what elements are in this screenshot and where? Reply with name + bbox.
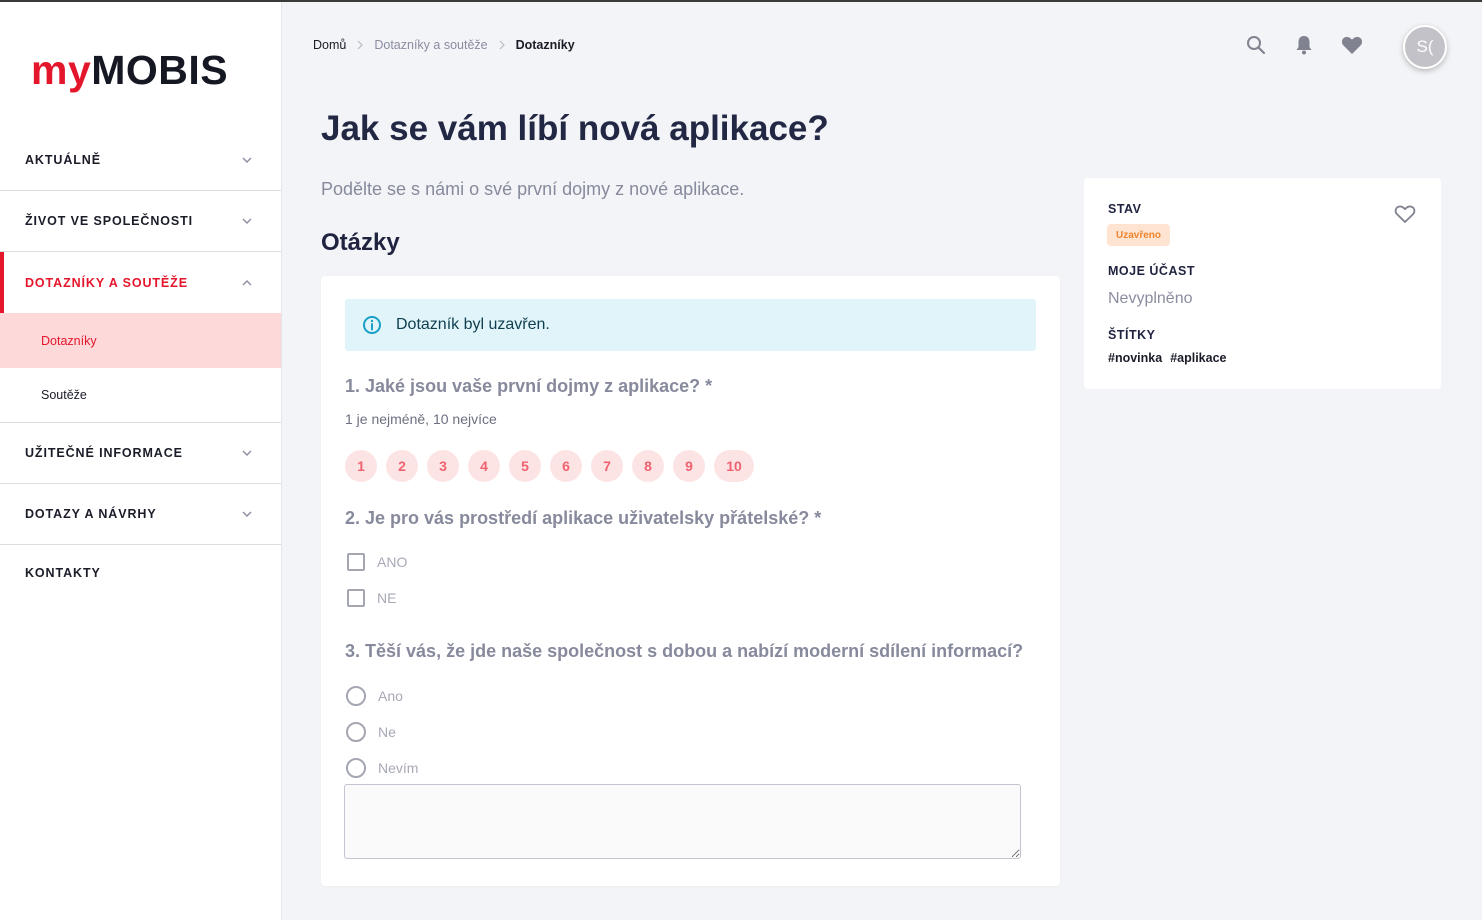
status-label: STAV (1108, 202, 1142, 216)
sidebar-subitem-souteze[interactable]: Soutěže (0, 368, 281, 423)
radio-button[interactable] (346, 722, 366, 742)
rating-option-10[interactable]: 10 (714, 450, 754, 482)
sidebar-item-aktualne[interactable]: AKTUÁLNĚ (0, 130, 281, 191)
chevron-right-icon (357, 40, 364, 50)
chevron-down-icon (242, 157, 252, 163)
rating-scale: 1 2 3 4 5 6 7 8 9 10 (345, 450, 763, 482)
info-alert: Dotazník byl uzavřen. (345, 299, 1036, 351)
answer-textarea[interactable] (344, 784, 1021, 859)
favorite-heart-icon[interactable] (1394, 203, 1416, 225)
heart-icon[interactable] (1340, 33, 1364, 57)
survey-info-panel: STAV Uzavřeno MOJE ÚČAST Nevyplněno ŠTÍT… (1084, 178, 1441, 389)
participation-value: Nevyplněno (1108, 290, 1193, 307)
radio-label: Ne (378, 724, 396, 740)
sidebar-item-uzitecne-informace[interactable]: UŽITEČNÉ INFORMACE (0, 423, 281, 484)
breadcrumb-dotazniky-a-souteze[interactable]: Dotazníky a soutěže (374, 38, 487, 52)
rating-option-3[interactable]: 3 (427, 450, 459, 482)
sidebar-nav: AKTUÁLNĚ ŽIVOT VE SPOLEČNOSTI DOTAZNÍKY … (0, 130, 281, 601)
sidebar-item-label: KONTAKTY (25, 566, 101, 580)
chevron-down-icon (242, 218, 252, 224)
sidebar-item-kontakty[interactable]: KONTAKTY (0, 545, 281, 601)
rating-option-1[interactable]: 1 (345, 450, 377, 482)
chevron-up-icon (242, 279, 252, 285)
question-3-title: 3. Těší vás, že jde naše společnost s do… (345, 641, 1024, 661)
rating-option-7[interactable]: 7 (591, 450, 623, 482)
rating-option-2[interactable]: 2 (386, 450, 418, 482)
chevron-right-icon (499, 40, 505, 50)
radio-label: Nevím (378, 760, 419, 776)
sidebar-item-zivot-ve-spolecnosti[interactable]: ŽIVOT VE SPOLEČNOSTI (0, 191, 281, 252)
header-actions (1244, 33, 1388, 57)
sidebar: myMOBIS AKTUÁLNĚ ŽIVOT VE SPOLEČNOSTI DO… (0, 2, 282, 920)
radio-option-nevim[interactable]: Nevím (346, 758, 418, 778)
sidebar-item-dotazniky-a-souteze[interactable]: DOTAZNÍKY A SOUTĚŽE (0, 252, 281, 313)
radio-option-ne[interactable]: Ne (346, 722, 396, 742)
logo-part-mobis: MOBIS (91, 47, 229, 93)
breadcrumb-current: Dotazníky (515, 38, 575, 52)
sidebar-item-label: ŽIVOT VE SPOLEČNOSTI (25, 214, 194, 228)
radio-button[interactable] (346, 758, 366, 778)
tags-list: #novinka #aplikace (1108, 351, 1234, 365)
bell-icon[interactable] (1292, 33, 1316, 57)
sidebar-item-label: DOTAZNÍKY A SOUTĚŽE (25, 275, 188, 290)
survey-card: Dotazník byl uzavřen. 1. Jaké jsou vaše … (321, 276, 1060, 886)
checkbox-option-ne[interactable]: NE (347, 589, 396, 607)
radio-button[interactable] (346, 686, 366, 706)
sidebar-item-dotazy-a-navrhy[interactable]: DOTAZY A NÁVRHY (0, 484, 281, 545)
rating-option-6[interactable]: 6 (550, 450, 582, 482)
question-1-hint: 1 je nejméně, 10 nejvíce (345, 411, 497, 427)
question-1-title: 1. Jaké jsou vaše první dojmy z aplikace… (345, 376, 713, 396)
section-title: Otázky (321, 229, 400, 256)
page-description: Podělte se s námi o své první dojmy z no… (321, 179, 745, 199)
avatar[interactable]: S( (1403, 25, 1447, 69)
rating-option-4[interactable]: 4 (468, 450, 500, 482)
search-icon[interactable] (1244, 33, 1268, 57)
page-title: Jak se vám líbí nová aplikace? (321, 109, 829, 148)
sidebar-item-label: DOTAZY A NÁVRHY (25, 507, 157, 521)
status-badge: Uzavřeno (1107, 224, 1171, 246)
tag-aplikace[interactable]: #aplikace (1170, 351, 1226, 365)
rating-option-5[interactable]: 5 (509, 450, 541, 482)
logo-part-my: my (31, 47, 92, 93)
app-logo[interactable]: myMOBIS (31, 46, 228, 94)
checkbox-label: NE (377, 590, 397, 606)
sidebar-subitem-dotazniky[interactable]: Dotazníky (0, 313, 281, 368)
sidebar-item-label: AKTUÁLNĚ (25, 153, 101, 167)
rating-option-9[interactable]: 9 (673, 450, 705, 482)
checkbox[interactable] (347, 589, 365, 607)
checkbox-label: ANO (377, 554, 408, 570)
question-2-title: 2. Je pro vás prostředí aplikace uživate… (345, 508, 822, 528)
tag-novinka[interactable]: #novinka (1108, 351, 1162, 365)
info-icon (363, 316, 381, 334)
chevron-down-icon (242, 511, 252, 517)
radio-label: Ano (378, 688, 403, 704)
chevron-down-icon (242, 450, 252, 456)
radio-option-ano[interactable]: Ano (346, 686, 403, 706)
breadcrumb: Domů Dotazníky a soutěže Dotazníky (313, 38, 575, 52)
sidebar-item-label: UŽITEČNÉ INFORMACE (25, 446, 183, 460)
breadcrumb-home[interactable]: Domů (313, 38, 346, 52)
rating-option-8[interactable]: 8 (632, 450, 664, 482)
participation-label: MOJE ÚČAST (1108, 264, 1195, 278)
tags-label: ŠTÍTKY (1108, 328, 1156, 342)
checkbox[interactable] (347, 553, 365, 571)
checkbox-option-ano[interactable]: ANO (347, 553, 407, 571)
info-alert-text: Dotazník byl uzavřen. (396, 316, 550, 333)
